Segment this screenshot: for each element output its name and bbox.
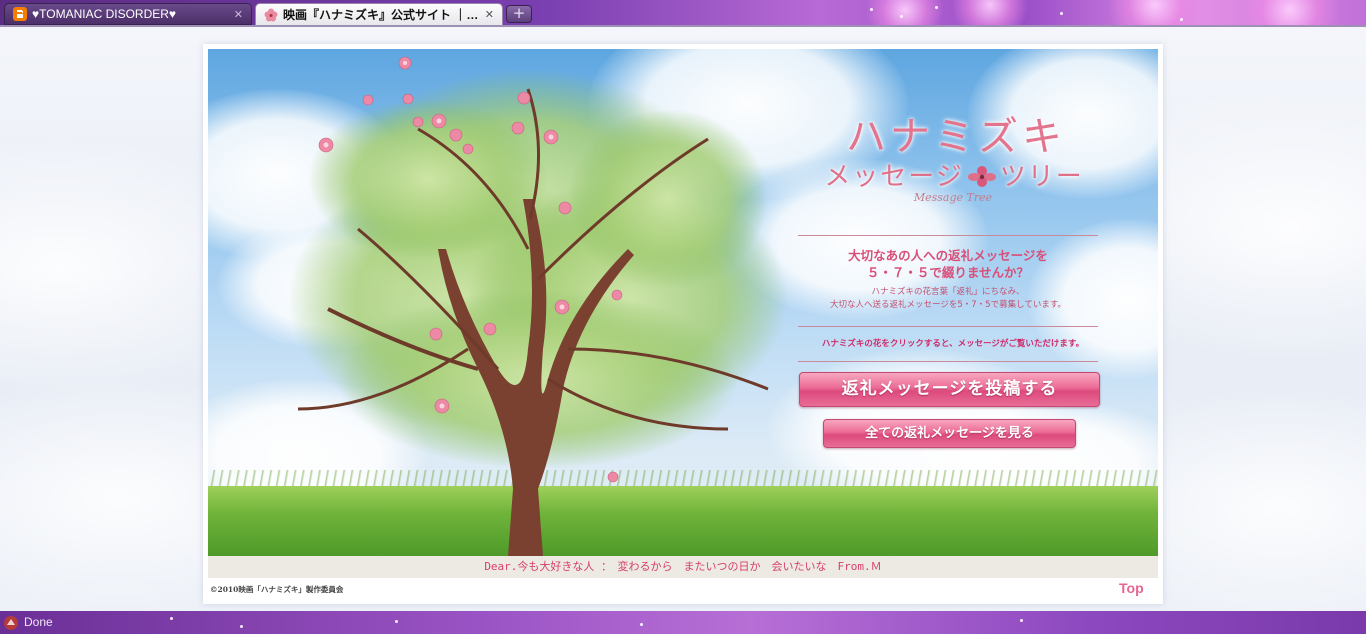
flower-icon (967, 166, 996, 187)
description-line: ハナミズキの花言葉「返礼」にちなみ、 (871, 287, 1025, 297)
subtitle-right: ツリー (999, 162, 1084, 192)
sparkle (1060, 12, 1063, 15)
page-title: ハナミズキ (846, 114, 1066, 160)
sparkle (935, 6, 938, 9)
post-message-button[interactable]: 返礼メッセージを投稿する (799, 372, 1100, 407)
tab-title: 映画『ハナミズキ』公式サイト ｜ ... (283, 8, 479, 22)
page-viewport: ハナミズキ メッセージ ツリー Message Tree 大切なあの人への返礼メ… (0, 27, 1366, 611)
sakura-icon (264, 8, 278, 21)
view-all-messages-button[interactable]: 全ての返礼メッセージを見る (823, 419, 1076, 448)
decorative-flower (1100, 0, 1210, 25)
page-title-english: Message Tree (913, 191, 993, 204)
copyright: ©2010映画「ハナミズキ」製作委員会 (210, 585, 344, 594)
divider (798, 361, 1098, 362)
description-line: 大切な人へ送る返礼メッセージを5・7・5で募集しています。 (830, 300, 1066, 310)
status-text: Done (24, 615, 53, 629)
sparkle (870, 8, 873, 11)
lead-description: ハナミズキの花言葉「返礼」にちなみ、 大切な人へ送る返礼メッセージを5・7・5で… (798, 286, 1098, 312)
lead-line: 大切なあの人への返礼メッセージを (848, 248, 1048, 263)
tab-title: ♥TOMANIAC DISORDER♥ (32, 7, 177, 21)
page-subtitle: メッセージ ツリー (794, 156, 1114, 193)
subtitle-left: メッセージ (824, 162, 964, 192)
lead-line: ５・７・５で綴りませんか？ (866, 265, 1030, 280)
instruction-text: ハナミズキの花をクリックすると、メッセージがご覧いただけます。 (821, 339, 1085, 349)
blogger-icon (13, 7, 27, 21)
status-bar: Done (0, 611, 1366, 634)
tree-foliage (568, 109, 768, 289)
close-icon[interactable]: ✕ (485, 8, 494, 21)
tab-hanamizuki[interactable]: 映画『ハナミズキ』公式サイト ｜ ... ✕ (255, 3, 503, 25)
content-card: ハナミズキ メッセージ ツリー Message Tree 大切なあの人への返礼メ… (203, 44, 1163, 604)
lead-text: 大切なあの人への返礼メッセージを ５・７・５で綴りませんか？ (798, 247, 1098, 281)
sparkle (240, 625, 243, 628)
decorative-flower (950, 0, 1030, 25)
tree-foliage (308, 99, 548, 259)
tab-tomaniac[interactable]: ♥TOMANIAC DISORDER♥ ✕ (4, 3, 252, 25)
sparkle (1020, 619, 1023, 622)
message-ticker[interactable]: Dear.今も大好きな人 ： 変わるから またいつの日か 会いたいな From.… (208, 556, 1158, 578)
sparkle (170, 617, 173, 620)
page-status-icon (4, 616, 18, 630)
new-tab-button[interactable]: + (506, 5, 532, 23)
divider (798, 326, 1098, 327)
tab-bar: ♥TOMANIAC DISORDER♥ ✕ 映画『ハナミズキ』公式サイト ｜ .… (0, 0, 1366, 25)
divider (798, 235, 1098, 236)
message-tree-hero: ハナミズキ メッセージ ツリー Message Tree 大切なあの人への返礼メ… (208, 49, 1158, 556)
sparkle (395, 620, 398, 623)
close-icon[interactable]: ✕ (234, 8, 243, 21)
sparkle (900, 15, 903, 18)
sparkle (640, 623, 643, 626)
sparkle (1180, 18, 1183, 21)
decorative-flower (1230, 0, 1350, 25)
decorative-flower (860, 0, 950, 25)
top-link[interactable]: Top (1119, 580, 1144, 596)
